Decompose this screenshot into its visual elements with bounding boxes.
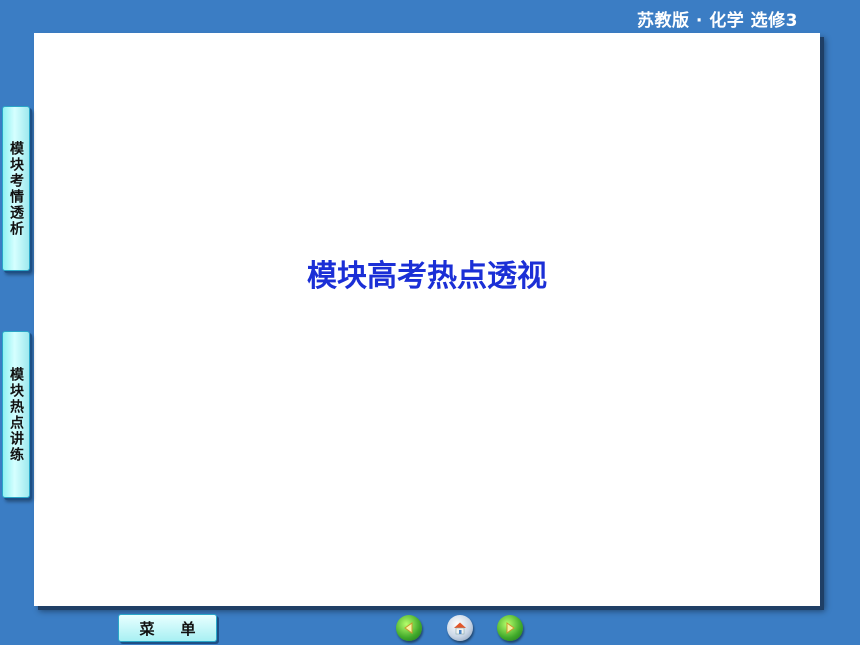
side-tab-module-exam-analysis[interactable]: 模块考情透析 — [2, 106, 30, 271]
course-header-title: 苏教版 · 化学 选修3 — [636, 11, 798, 31]
home-icon[interactable] — [447, 615, 473, 641]
menu-button-label: 菜单 — [139, 619, 222, 638]
slide-title: 模块高考热点透视 — [307, 259, 547, 294]
previous-icon[interactable] — [396, 615, 422, 641]
menu-button[interactable]: 菜单 — [118, 614, 217, 642]
side-tab-label: 模块热点讲练 — [8, 366, 24, 463]
next-icon[interactable] — [497, 615, 523, 641]
side-tab-label: 模块考情透析 — [8, 140, 24, 237]
side-tab-module-hotspot-practice[interactable]: 模块热点讲练 — [2, 331, 30, 498]
slide-content-area: 模块高考热点透视 — [34, 33, 820, 606]
